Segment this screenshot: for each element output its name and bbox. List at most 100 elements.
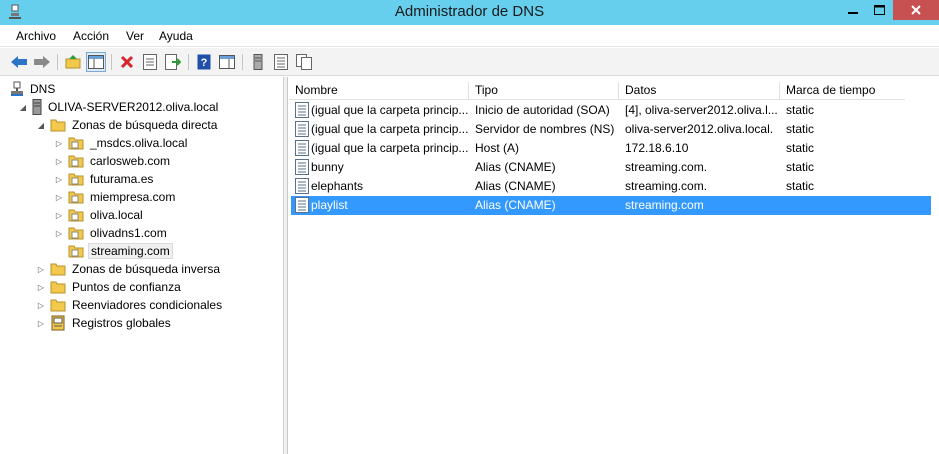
record-icon (295, 197, 309, 213)
collapsed-arrow-icon[interactable]: ▷ (54, 156, 64, 166)
cell-data: [4], oliva-server2012.oliva.l... (625, 103, 778, 117)
menu-bar: Archivo Acción Ver Ayuda (0, 25, 939, 47)
records-list[interactable]: Nombre Tipo Datos Marca de tiempo (igual… (289, 77, 939, 454)
cell-data: streaming.com (625, 198, 704, 212)
table-row[interactable]: (igual que la carpeta princip... Inicio … (291, 101, 931, 120)
cell-data: oliva-server2012.oliva.local. (625, 122, 774, 136)
toolbar: ? (0, 48, 939, 76)
cell-name: playlist (311, 198, 348, 212)
zone-folder-icon (68, 153, 84, 169)
collapsed-arrow-icon[interactable]: ▷ (54, 174, 64, 184)
zone-folder-icon (68, 207, 84, 223)
console-tree[interactable]: DNS ◢ OLIVA-SERVER2012.oliva.local ◢ Zon… (0, 77, 284, 454)
show-hide-action-pane-icon[interactable] (217, 52, 237, 72)
tree-node-global-logs[interactable]: ▷ Registros globales (36, 314, 173, 332)
tree-node-zone[interactable]: ▷ oliva.local (54, 206, 145, 224)
tree-node-trust-points[interactable]: ▷ Puntos de confianza (36, 278, 183, 296)
menu-ayuda[interactable]: Ayuda (159, 29, 193, 43)
log-book-icon (50, 315, 66, 331)
server-icon (32, 99, 42, 115)
record-icon (295, 140, 309, 156)
tree-node-dns[interactable]: DNS (10, 80, 57, 98)
tree-label: miempresa.com (90, 190, 176, 204)
dns-icon (10, 81, 24, 97)
cell-name: (igual que la carpeta princip... (311, 122, 469, 136)
cell-type: Servidor de nombres (NS) (475, 122, 615, 136)
tree-node-zone[interactable]: ▷ miempresa.com (54, 188, 177, 206)
pane-splitter[interactable] (284, 77, 288, 454)
tree-label: Zonas de búsqueda inversa (72, 262, 221, 276)
cell-timestamp: static (786, 160, 815, 174)
column-header-marca-tiempo[interactable]: Marca de tiempo (780, 82, 905, 100)
tree-node-server[interactable]: ◢ OLIVA-SERVER2012.oliva.local (18, 98, 220, 116)
menu-ver[interactable]: Ver (126, 29, 144, 43)
expanded-arrow-icon[interactable]: ◢ (36, 120, 46, 130)
tree-node-zone[interactable]: ▷ futurama.es (54, 170, 155, 188)
cell-name: bunny (311, 160, 344, 174)
record-icon (295, 178, 309, 194)
menu-accion[interactable]: Acción (73, 29, 109, 43)
cell-name: (igual que la carpeta princip... (311, 103, 469, 117)
cell-data: streaming.com. (625, 160, 708, 174)
collapsed-arrow-icon[interactable]: ▷ (54, 138, 64, 148)
delete-icon[interactable] (117, 52, 137, 72)
back-arrow-icon[interactable] (9, 52, 29, 72)
record-icon (295, 102, 309, 118)
table-row[interactable]: (igual que la carpeta princip... Servido… (291, 120, 931, 139)
tree-label: Registros globales (72, 316, 171, 330)
zone-folder-icon (68, 171, 84, 187)
menu-archivo[interactable]: Archivo (16, 29, 56, 43)
maximize-button[interactable] (866, 0, 892, 20)
tree-node-zone[interactable]: ▷ carlosweb.com (54, 152, 172, 170)
collapsed-arrow-icon[interactable]: ▷ (54, 192, 64, 202)
record-icon (295, 121, 309, 137)
tree-label: _msdcs.oliva.local (90, 136, 188, 150)
collapsed-arrow-icon[interactable]: ▷ (36, 318, 46, 328)
collapsed-arrow-icon[interactable]: ▷ (54, 210, 64, 220)
show-hide-console-tree-icon[interactable] (86, 52, 106, 72)
cell-name: (igual que la carpeta princip... (311, 141, 469, 155)
window-title: Administrador de DNS (394, 3, 545, 20)
tree-node-conditional-forwarders[interactable]: ▷ Reenviadores condicionales (36, 296, 224, 314)
cell-type: Inicio de autoridad (SOA) (475, 103, 610, 117)
tree-label: Puntos de confianza (72, 280, 181, 294)
export-list-icon[interactable] (163, 52, 183, 72)
column-header-nombre[interactable]: Nombre (289, 82, 469, 100)
tree-node-zone[interactable]: ▷ olivadns1.com (54, 224, 169, 242)
column-header-datos[interactable]: Datos (619, 82, 780, 100)
tree-node-reverse-zones[interactable]: ▷ Zonas de búsqueda inversa (36, 260, 222, 278)
up-folder-icon[interactable] (63, 52, 83, 72)
copy-icon[interactable] (294, 52, 314, 72)
tree-label: oliva.local (90, 208, 143, 222)
column-header-tipo[interactable]: Tipo (469, 82, 619, 100)
cell-type: Alias (CNAME) (475, 179, 556, 193)
tree-node-zone[interactable]: ▷ _msdcs.oliva.local (54, 134, 189, 152)
close-button[interactable] (893, 0, 939, 20)
help-icon[interactable]: ? (194, 52, 214, 72)
cell-type: Alias (CNAME) (475, 198, 556, 212)
svg-text:?: ? (201, 57, 208, 69)
properties-icon[interactable] (140, 52, 160, 72)
list-icon[interactable] (271, 52, 291, 72)
collapsed-arrow-icon[interactable]: ▷ (36, 282, 46, 292)
table-row-selected[interactable]: playlist Alias (CNAME) streaming.com (291, 196, 931, 215)
table-row[interactable]: bunny Alias (CNAME) streaming.com. stati… (291, 158, 931, 177)
expanded-arrow-icon[interactable]: ◢ (18, 102, 28, 112)
forward-arrow-icon[interactable] (32, 52, 52, 72)
cell-type: Alias (CNAME) (475, 160, 556, 174)
collapsed-arrow-icon[interactable]: ▷ (54, 228, 64, 238)
collapsed-arrow-icon[interactable]: ▷ (36, 264, 46, 274)
tree-node-forward-zones[interactable]: ◢ Zonas de búsqueda directa (36, 116, 219, 134)
folder-icon (50, 279, 66, 295)
tree-node-zone-selected[interactable]: streaming.com (54, 242, 173, 260)
zone-folder-icon (68, 135, 84, 151)
server-icon[interactable] (248, 52, 268, 72)
folder-icon (50, 297, 66, 313)
title-bar: Administrador de DNS (0, 0, 939, 25)
tree-label: olivadns1.com (90, 226, 167, 240)
collapsed-arrow-icon[interactable]: ▷ (36, 300, 46, 310)
table-row[interactable]: elephants Alias (CNAME) streaming.com. s… (291, 177, 931, 196)
table-row[interactable]: (igual que la carpeta princip... Host (A… (291, 139, 931, 158)
minimize-button[interactable] (840, 0, 866, 20)
record-icon (295, 159, 309, 175)
